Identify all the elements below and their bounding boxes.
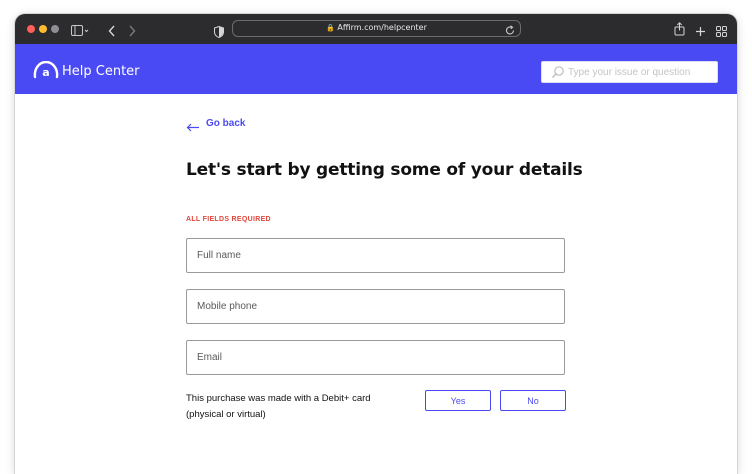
no-button[interactable]: No (500, 390, 566, 411)
sidebar-icon[interactable] (71, 22, 89, 41)
debit-card-question-line2: (physical or virtual) (186, 409, 266, 420)
tab-overview-icon[interactable] (716, 22, 727, 41)
search-icon (551, 65, 565, 84)
affirm-logo[interactable]: a (33, 60, 59, 79)
minimize-window-button[interactable] (39, 25, 47, 33)
zoom-window-button[interactable] (51, 25, 59, 33)
main-content: Go back Let's start by getting some of y… (15, 94, 737, 474)
url-display[interactable]: 🔒 Affirm.com/helpcenter (233, 23, 520, 32)
forward-icon[interactable] (128, 22, 136, 41)
yes-button[interactable]: Yes (425, 390, 491, 411)
address-bar[interactable]: 🔒 Affirm.com/helpcenter (232, 20, 521, 37)
brand-title[interactable]: Help Center (62, 64, 140, 79)
help-center-header: a Help Center (15, 44, 737, 94)
browser-toolbar: 🔒 Affirm.com/helpcenter (15, 14, 737, 44)
url-text: Affirm.com/helpcenter (337, 23, 427, 32)
browser-window: 🔒 Affirm.com/helpcenter a Help Center Ty… (15, 14, 737, 474)
mobile-phone-field[interactable] (186, 289, 565, 324)
new-tab-icon[interactable] (695, 22, 706, 41)
reload-icon[interactable] (505, 23, 515, 41)
search-box[interactable] (541, 61, 718, 83)
arrow-left-icon (186, 123, 199, 132)
shield-icon[interactable] (214, 23, 224, 42)
full-name-field[interactable] (186, 238, 565, 273)
share-icon[interactable] (674, 21, 685, 40)
page-title: Let's start by getting some of your deta… (186, 160, 583, 180)
debit-card-question: This purchase was made with a Debit+ car… (186, 391, 406, 423)
debit-card-question-line1: This purchase was made with a Debit+ car… (186, 393, 371, 404)
search-input[interactable] (568, 62, 716, 82)
required-fields-note: ALL FIELDS REQUIRED (186, 216, 271, 223)
email-field[interactable] (186, 340, 565, 375)
svg-text:a: a (42, 66, 49, 79)
close-window-button[interactable] (27, 25, 35, 33)
lock-icon: 🔒 (326, 24, 335, 32)
back-icon[interactable] (108, 22, 116, 41)
go-back-label: Go back (206, 118, 246, 129)
